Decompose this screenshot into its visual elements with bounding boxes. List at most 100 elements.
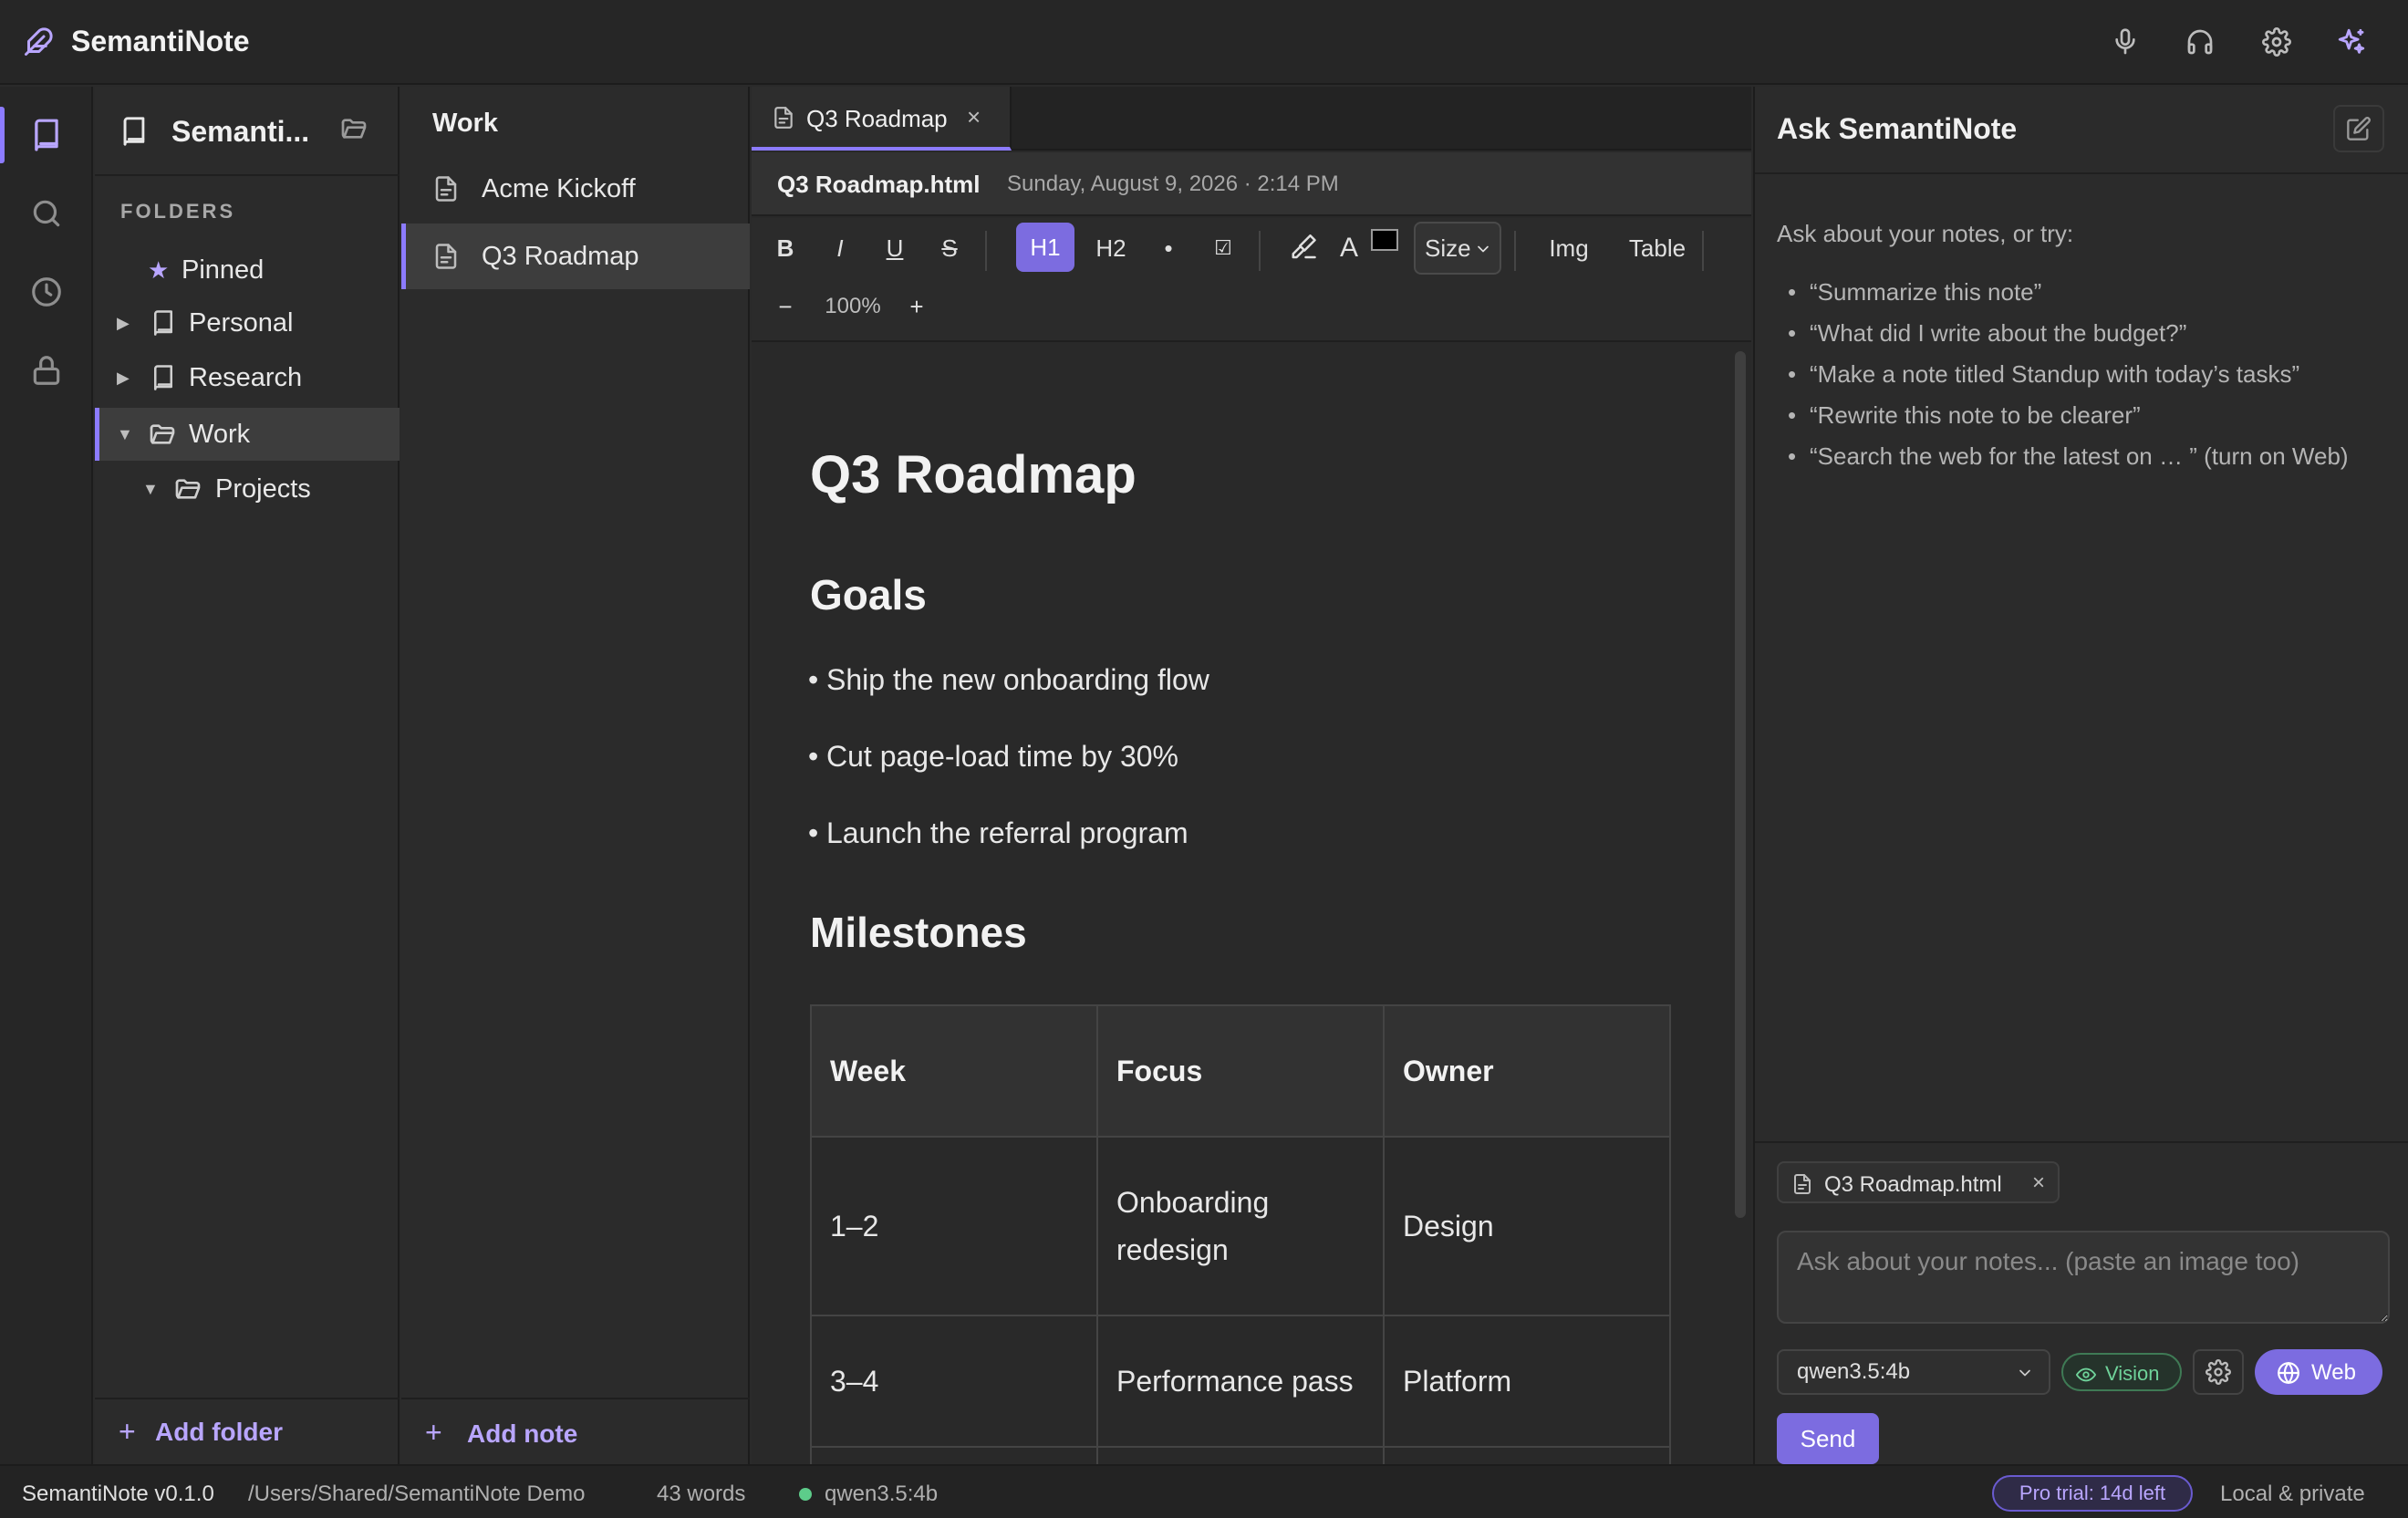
caret-right-icon[interactable]: ▶ xyxy=(117,314,130,333)
caret-right-icon[interactable]: ▶ xyxy=(117,369,130,388)
folder-label: Personal xyxy=(189,307,294,338)
model-select[interactable]: qwen3.5:4b xyxy=(1777,1349,2050,1395)
suggestion-item[interactable]: “What did I write about the budget?” xyxy=(1788,319,2186,348)
tab-q3-roadmap[interactable]: Q3 Roadmap × xyxy=(752,87,1012,151)
highlighter-icon[interactable] xyxy=(1281,224,1326,273)
notebook-icon xyxy=(150,309,177,337)
strikethrough-button[interactable]: S xyxy=(927,224,972,273)
insert-table-button[interactable]: Table xyxy=(1614,224,1700,273)
plus-icon: + xyxy=(425,1416,442,1449)
pro-trial-badge[interactable]: Pro trial: 14d left xyxy=(1992,1475,2193,1512)
checklist-button[interactable]: ☑ xyxy=(1200,224,1246,273)
toolbar-divider xyxy=(1514,231,1516,271)
bold-button[interactable]: B xyxy=(763,224,808,273)
folder-item-research[interactable]: ▶ Research xyxy=(95,351,400,404)
new-chat-icon[interactable] xyxy=(2333,105,2384,152)
add-folder-button[interactable]: + Add folder xyxy=(95,1398,400,1464)
activity-rail xyxy=(0,87,93,1464)
editor-scrollbar[interactable] xyxy=(1735,351,1746,1218)
ask-input[interactable] xyxy=(1777,1231,2390,1324)
folders-section-label: FOLDERS xyxy=(120,200,236,223)
underline-button[interactable]: U xyxy=(872,224,918,273)
remove-context-icon[interactable]: × xyxy=(2032,1170,2045,1196)
doc-title-heading: Q3 Roadmap xyxy=(810,445,1137,504)
notebook-icon[interactable] xyxy=(0,107,69,163)
ai-sparkle-icon[interactable] xyxy=(2333,24,2370,60)
add-note-button[interactable]: + Add note xyxy=(401,1398,750,1464)
caret-down-icon[interactable]: ▼ xyxy=(117,425,133,444)
web-toggle[interactable]: Web xyxy=(2255,1349,2382,1395)
note-label: Acme Kickoff xyxy=(482,173,636,203)
italic-button[interactable]: I xyxy=(817,224,863,273)
folder-item-work[interactable]: ▼ Work xyxy=(95,408,400,461)
folder-item-personal[interactable]: ▶ Personal xyxy=(95,296,400,349)
folder-item-projects[interactable]: ▼ Projects xyxy=(95,463,400,515)
microphone-icon[interactable] xyxy=(2107,24,2143,60)
lock-icon[interactable] xyxy=(24,348,69,393)
send-button[interactable]: Send xyxy=(1777,1413,1879,1464)
add-folder-label: Add folder xyxy=(155,1417,283,1446)
open-folder-icon[interactable] xyxy=(339,114,368,143)
assistant-header: Ask SemantiNote xyxy=(1755,87,2408,174)
heading1-button[interactable]: H1 xyxy=(1016,223,1074,272)
assistant-settings-icon[interactable] xyxy=(2193,1349,2244,1395)
notes-list-title: Work xyxy=(432,109,498,138)
table-header-cell: Owner xyxy=(1383,1004,1671,1138)
table-row: 1–2 Onboarding redesign Design xyxy=(810,1136,1671,1316)
table-row xyxy=(810,1446,1671,1464)
text-color-button[interactable]: A xyxy=(1335,224,1363,273)
file-date: Sunday, August 9, 2026 · 2:14 PM xyxy=(1007,172,1339,196)
folder-item-pinned[interactable]: ★ Pinned xyxy=(95,244,400,296)
assistant-pane: Ask SemantiNote Ask about your notes, or… xyxy=(1753,87,2408,1464)
folder-label: Pinned xyxy=(182,255,265,285)
folder-icon xyxy=(173,474,202,504)
note-item-acme-kickoff[interactable]: Acme Kickoff xyxy=(401,156,750,222)
toolbar-divider xyxy=(985,231,987,271)
folder-label: Research xyxy=(189,362,303,392)
folder-label: Work xyxy=(189,419,251,449)
bullet-list-button[interactable]: • xyxy=(1146,224,1191,273)
suggestion-item[interactable]: “Make a note titled Standup with today’s… xyxy=(1788,360,2299,389)
vision-toggle[interactable]: Vision xyxy=(2061,1353,2182,1391)
chevron-down-icon xyxy=(1474,240,1492,258)
add-note-label: Add note xyxy=(467,1419,578,1448)
notebook-title[interactable]: Semanti... xyxy=(171,115,309,149)
settings-gear-icon[interactable] xyxy=(2258,24,2295,60)
close-tab-icon[interactable]: × xyxy=(967,103,981,131)
goal-list-item: Ship the new onboarding flow xyxy=(808,663,1209,697)
status-bar: SemantiNote v0.1.0 /Users/Shared/Semanti… xyxy=(0,1464,2408,1518)
file-info-bar: Q3 Roadmap.html Sunday, August 9, 2026 ·… xyxy=(752,152,1751,216)
table-cell xyxy=(1096,1446,1385,1464)
suggestion-item[interactable]: “Summarize this note” xyxy=(1788,278,2041,307)
assistant-intro: Ask about your notes, or try: xyxy=(1777,220,2074,247)
suggestion-item[interactable]: “Rewrite this note to be clearer” xyxy=(1788,401,2141,430)
search-icon[interactable] xyxy=(24,191,69,236)
assistant-title: Ask SemantiNote xyxy=(1777,112,2018,145)
context-file-chip[interactable]: Q3 Roadmap.html × xyxy=(1777,1161,2060,1203)
headphones-icon[interactable] xyxy=(2182,24,2218,60)
document-body[interactable]: Q3 Roadmap Goals Ship the new onboarding… xyxy=(752,344,1733,1464)
heading2-button[interactable]: H2 xyxy=(1082,224,1140,273)
workspace-path: /Users/Shared/SemantiNote Demo xyxy=(248,1482,586,1506)
zoom-in-button[interactable]: + xyxy=(894,282,939,331)
table-row: 3–4 Performance pass Platform xyxy=(810,1315,1671,1448)
insert-image-button[interactable]: Img xyxy=(1532,224,1605,273)
app-version: SemantiNote v0.1.0 xyxy=(22,1482,214,1506)
history-clock-icon[interactable] xyxy=(24,269,69,315)
notebook-icon xyxy=(150,364,177,391)
editor-tab-bar: Q3 Roadmap × xyxy=(752,87,1751,151)
suggestion-item[interactable]: “Search the web for the latest on … ” (t… xyxy=(1788,442,2349,471)
web-label: Web xyxy=(2311,1360,2356,1385)
font-size-select[interactable]: Size xyxy=(1414,222,1501,275)
title-bar: SemantiNote xyxy=(0,0,2408,85)
table-cell: Performance pass xyxy=(1096,1315,1385,1448)
note-item-q3-roadmap[interactable]: Q3 Roadmap xyxy=(401,224,750,289)
feather-logo-icon xyxy=(22,26,55,58)
caret-down-icon[interactable]: ▼ xyxy=(142,480,159,499)
table-cell: Design xyxy=(1383,1136,1671,1316)
milestones-table: Week Focus Owner 1–2 Onboarding redesign… xyxy=(810,1004,1671,1464)
font-size-label: Size xyxy=(1425,234,1471,262)
assistant-composer: Q3 Roadmap.html × qwen3.5:4b Vision Web … xyxy=(1755,1141,2408,1464)
text-color-swatch[interactable] xyxy=(1371,229,1398,251)
zoom-out-button[interactable]: − xyxy=(763,282,808,331)
